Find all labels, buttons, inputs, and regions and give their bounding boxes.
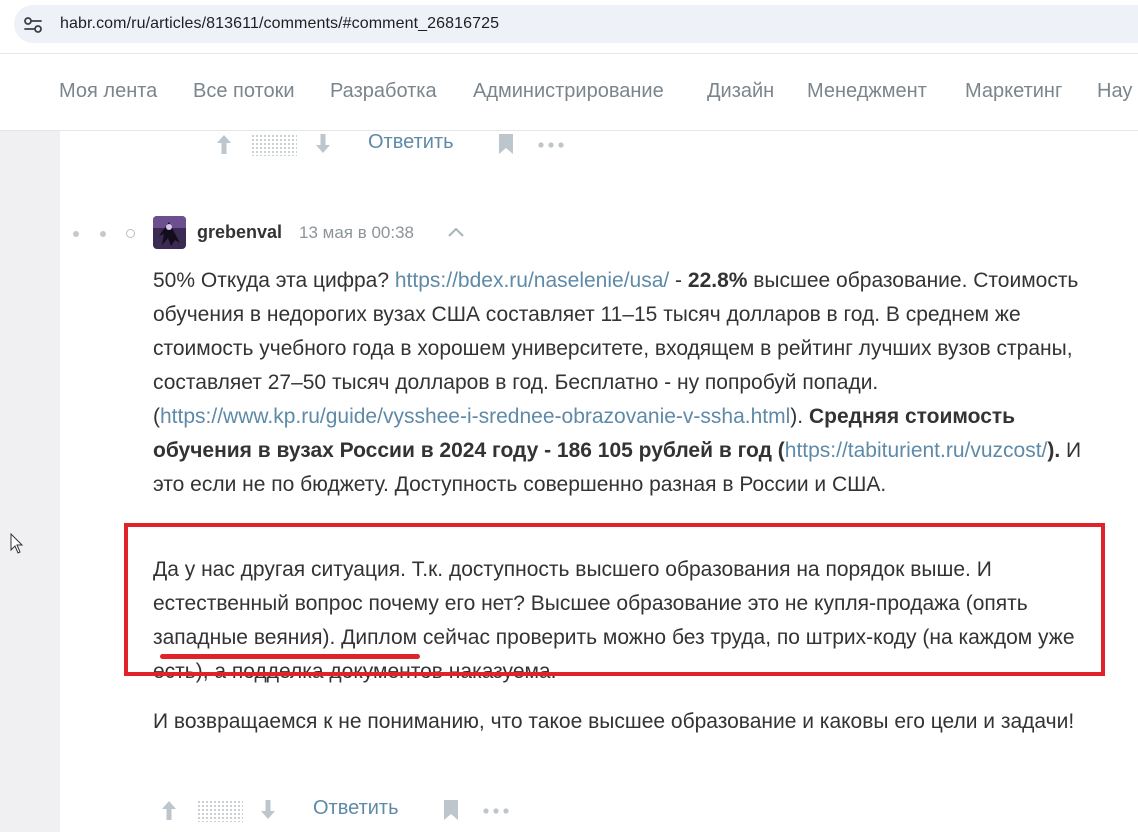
vote-down-icon[interactable] [259,798,277,822]
nav-item-development[interactable]: Разработка [330,80,437,103]
bold-fragment: 22.8% [687,269,748,292]
nav-item-my-feed[interactable]: Моя лента [59,80,157,103]
hubs-nav: Моя лента Все потоки Разработка Админист… [0,55,1138,131]
browser-address-bar: habr.com/ru/articles/813611/comments/#co… [0,0,1138,54]
thread-level-dot [100,231,106,237]
url-text[interactable]: habr.com/ru/articles/813611/comments/#co… [60,15,499,33]
text-fragment: - [669,269,688,292]
reply-link[interactable]: Ответить [368,131,454,154]
rating-placeholder [251,134,297,156]
chevron-up-icon[interactable] [447,226,465,238]
vote-up-icon[interactable] [215,132,233,156]
nav-item-marketing[interactable]: Маркетинг [965,80,1062,103]
bookmark-icon[interactable] [498,133,514,155]
site-settings-icon[interactable] [22,14,44,36]
vote-up-icon[interactable] [160,798,178,822]
source-link-bdex[interactable]: https://bdex.ru/naselenie/usa/ [395,269,669,292]
text-fragment: ). [790,405,809,428]
nav-item-administration[interactable]: Администрирование [473,80,664,103]
source-link-kp[interactable]: https://www.kp.ru/guide/vysshee-i-sredne… [160,405,790,428]
bookmark-icon[interactable] [443,799,459,821]
reply-link[interactable]: Ответить [313,797,399,820]
thread-level-ring[interactable] [126,229,135,238]
thread-level-dot [73,231,79,237]
source-link-tabiturient[interactable]: https://tabiturient.ru/vuzcost/ [785,439,1048,462]
nav-item-all-streams[interactable]: Все потоки [193,80,295,103]
text-fragment: 50% Откуда эта цифра? [153,269,395,292]
comment-author[interactable]: grebenval [197,222,282,243]
bold-fragment: ). [1047,439,1061,462]
more-icon[interactable] [483,808,509,814]
prev-comment-actions: Ответить [215,130,575,160]
nav-item-science[interactable]: Нау [1097,80,1132,103]
nav-item-design[interactable]: Дизайн [707,80,774,103]
comment-actions: Ответить [160,796,520,826]
comment-paragraph: 50% Откуда эта цифра? https://bdex.ru/na… [153,264,1103,502]
comment-paragraph: И возвращаемся к не пониманию, что такое… [153,710,1075,733]
rating-placeholder [197,800,243,822]
avatar[interactable] [153,216,186,249]
comment-date[interactable]: 13 мая в 00:38 [299,223,414,243]
nav-item-management[interactable]: Менеджмент [807,80,927,103]
more-icon[interactable] [538,142,564,148]
annotation-red-underline [160,654,420,659]
vote-down-icon[interactable] [314,132,332,156]
mouse-cursor-icon [10,533,24,554]
